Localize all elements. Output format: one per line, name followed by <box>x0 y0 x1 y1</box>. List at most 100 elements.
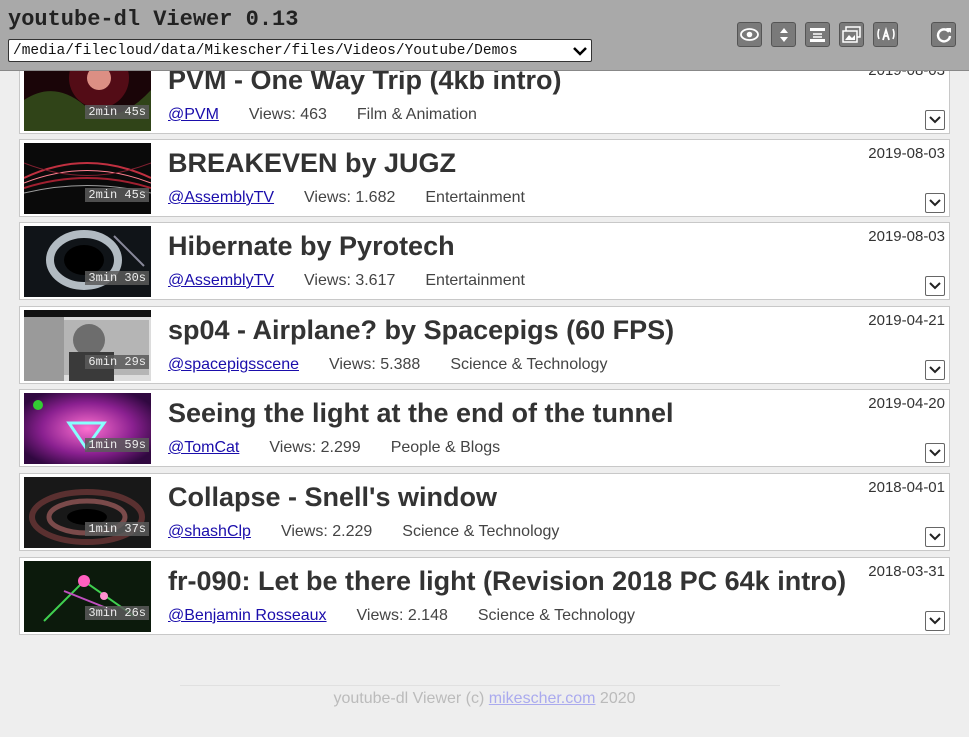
video-thumbnail[interactable]: 3min 26s <box>24 561 151 632</box>
video-thumbnail[interactable]: 3min 30s <box>24 226 151 297</box>
video-meta: @Benjamin Rosseaux Views: 2.148 Science & … <box>168 607 665 625</box>
video-category: Entertainment <box>425 272 525 289</box>
video-views: Views: 2.299 <box>269 439 361 456</box>
video-item[interactable]: 3min 26s fr-090: Let be there light (Rev… <box>19 557 950 635</box>
video-item[interactable]: 2min 45s BREAKEVEN by JUGZ 2019-08-03 @A… <box>19 139 950 217</box>
video-views: Views: 3.617 <box>304 272 396 289</box>
video-duration: 2min 45s <box>85 188 149 202</box>
channel-link[interactable]: @spacepigsscene <box>168 356 299 373</box>
video-views: Views: 2.229 <box>280 523 373 540</box>
video-title: Hibernate by Pyrotech <box>168 231 455 261</box>
channel-link[interactable]: @AssemblyTV <box>168 272 274 289</box>
thumbnail-image <box>24 477 151 548</box>
video-duration: 3min 26s <box>85 606 149 620</box>
thumbnail-mode-icon <box>842 26 861 43</box>
video-category: Science & Technology <box>477 607 636 624</box>
path-select-value: /media/filecloud/data/Mikescher/files/Vi… <box>13 43 518 59</box>
video-item[interactable]: 6min 29s sp04 - Airplane? by Spacepigs (… <box>19 306 950 384</box>
channel-link[interactable]: @PVM <box>168 106 219 123</box>
video-meta: @shashClp Views: 2.229 Science & Technolog… <box>168 523 589 541</box>
video-category: Science & Technology <box>402 523 560 540</box>
video-category: Entertainment <box>425 189 525 206</box>
footer-prefix: youtube-dl Viewer (c) <box>333 690 489 707</box>
video-duration: 2min 45s <box>85 105 149 119</box>
footer: youtube-dl Viewer (c) mikescher.com 2020 <box>0 690 969 708</box>
footer-suffix: 2020 <box>595 690 636 707</box>
sort-icon <box>779 27 788 42</box>
app-header: youtube-dl Viewer 0.13 /media/filecloud/… <box>0 0 969 71</box>
footer-link[interactable]: mikescher.com <box>489 690 596 707</box>
chevron-down-icon <box>929 449 941 457</box>
stream-button[interactable] <box>873 22 898 47</box>
thumbnail-image <box>24 310 151 381</box>
video-meta: @AssemblyTV Views: 1.682 Entertainment <box>168 189 555 207</box>
video-date: 2019-04-21 <box>868 312 945 329</box>
video-category: People & Blogs <box>390 439 501 456</box>
expand-button[interactable] <box>925 443 945 463</box>
display-mode-icon <box>810 27 825 42</box>
video-views: Views: 1.682 <box>304 189 396 206</box>
video-category: Science & Technology <box>450 356 608 373</box>
video-item[interactable]: 3min 30s Hibernate by Pyrotech 2019-08-0… <box>19 222 950 300</box>
thumbnail-image <box>24 393 151 464</box>
chevron-down-icon <box>929 199 941 207</box>
channel-link[interactable]: @shashClp <box>168 523 251 540</box>
video-title: sp04 - Airplane? by Spacepigs (60 FPS) <box>168 315 675 345</box>
video-thumbnail[interactable]: 1min 37s <box>24 477 151 548</box>
video-meta: @spacepigsscene Views: 5.388 Science & Tec… <box>168 356 637 374</box>
display-mode-button[interactable] <box>805 22 830 47</box>
video-duration: 6min 29s <box>85 355 149 369</box>
stream-icon <box>876 26 895 41</box>
video-item[interactable]: 1min 37s Collapse - Snell's window 2018-… <box>19 473 950 551</box>
video-title: Seeing the light at the end of the tunne… <box>168 398 674 428</box>
eye-icon <box>740 28 759 41</box>
video-thumbnail[interactable]: 2min 45s <box>24 143 151 214</box>
channel-link[interactable]: @Benjamin Rosseaux <box>168 607 327 624</box>
thumbnail-image <box>24 143 151 214</box>
chevron-down-icon <box>929 282 941 290</box>
video-duration: 1min 37s <box>85 522 149 536</box>
video-date: 2018-03-31 <box>868 563 945 580</box>
video-title: BREAKEVEN by JUGZ <box>168 148 457 178</box>
expand-button[interactable] <box>925 611 945 631</box>
video-meta: @AssemblyTV Views: 3.617 Entertainment <box>168 272 555 290</box>
video-thumbnail[interactable]: 1min 59s <box>24 393 151 464</box>
video-title: fr-090: Let be there light (Revision 201… <box>168 566 847 596</box>
video-duration: 3min 30s <box>85 271 149 285</box>
video-date: 2019-08-03 <box>868 228 945 245</box>
refresh-icon <box>936 27 951 42</box>
thumbnail-image <box>24 226 151 297</box>
expand-button[interactable] <box>925 360 945 380</box>
chevron-down-icon <box>929 617 941 625</box>
refresh-button[interactable] <box>931 22 956 47</box>
video-meta: @TomCat Views: 2.299 People & Blogs <box>168 439 530 457</box>
video-item[interactable]: 1min 59s Seeing the light at the end of … <box>19 389 950 467</box>
video-date: 2018-04-01 <box>868 479 945 496</box>
expand-button[interactable] <box>925 276 945 296</box>
chevron-down-icon <box>929 533 941 541</box>
chevron-down-icon <box>929 116 941 124</box>
video-views: Views: 5.388 <box>328 356 421 373</box>
channel-link[interactable]: @TomCat <box>168 439 239 456</box>
chevron-down-icon <box>573 47 587 56</box>
channel-link[interactable]: @AssemblyTV <box>168 189 274 206</box>
chevron-down-icon <box>929 366 941 374</box>
video-category: Film & Animation <box>356 106 477 123</box>
thumbnail-image <box>24 561 151 632</box>
video-date: 2019-08-03 <box>868 145 945 162</box>
video-title: Collapse - Snell's window <box>168 482 497 512</box>
expand-button[interactable] <box>925 110 945 130</box>
video-meta: @PVM Views: 463 Film & Animation <box>168 106 507 124</box>
video-duration: 1min 59s <box>85 438 149 452</box>
toggle-view-button[interactable] <box>737 22 762 47</box>
path-select[interactable]: /media/filecloud/data/Mikescher/files/Vi… <box>8 39 592 62</box>
app-title: youtube-dl Viewer 0.13 <box>8 7 299 32</box>
expand-button[interactable] <box>925 527 945 547</box>
thumbnail-mode-button[interactable] <box>839 22 864 47</box>
sort-button[interactable] <box>771 22 796 47</box>
video-views: Views: 2.148 <box>356 607 448 624</box>
video-thumbnail[interactable]: 6min 29s <box>24 310 151 381</box>
video-views: Views: 463 <box>248 106 327 123</box>
expand-button[interactable] <box>925 193 945 213</box>
video-date: 2019-04-20 <box>868 395 945 412</box>
